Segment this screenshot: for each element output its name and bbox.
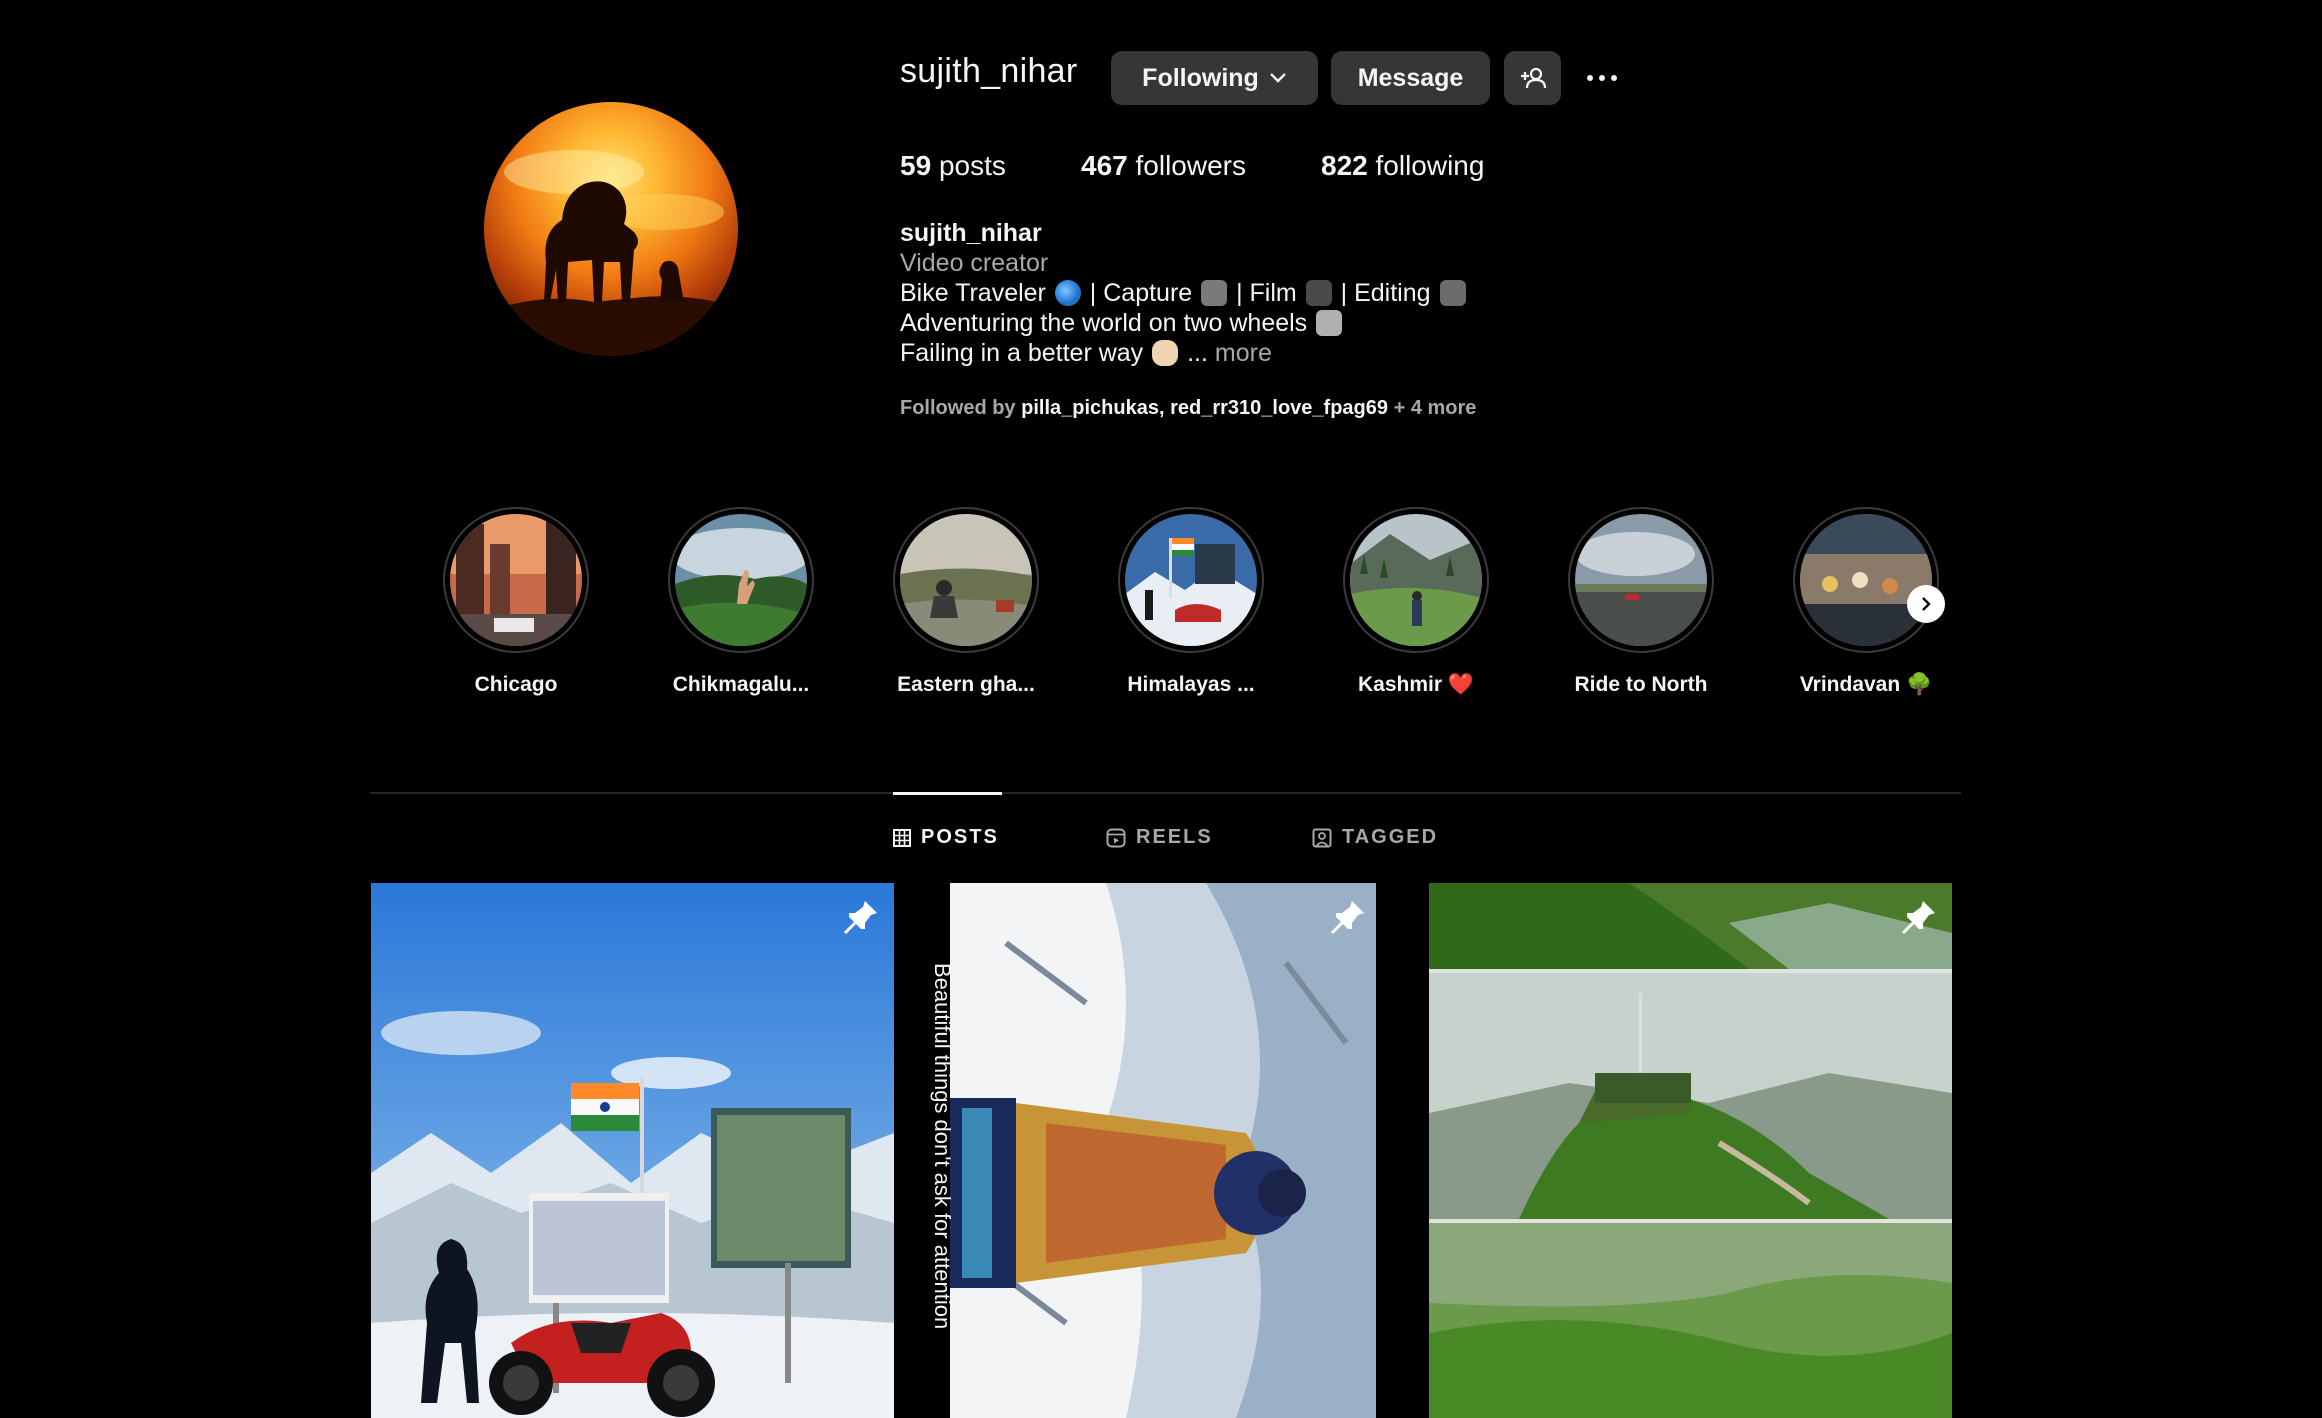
post-thumbnail[interactable] (906, 883, 1376, 1418)
post-thumbnail[interactable] (1429, 883, 1952, 1418)
globe-emoji-icon (1054, 280, 1081, 306)
tab-reels[interactable]: REELS (1106, 826, 1213, 849)
reels-icon (1106, 828, 1126, 847)
video-camera-emoji-icon (1305, 280, 1332, 306)
profile-username: sujith_nihar (900, 52, 1078, 90)
pin-icon (843, 901, 877, 935)
highlight-cover-image (1125, 514, 1257, 646)
grid-icon (893, 828, 911, 847)
highlight-cover-image (675, 514, 807, 646)
profile-bio: sujith_nihar Video creator Bike Traveler… (900, 218, 1468, 368)
highlight-ride-to-north[interactable]: Ride to North (1566, 507, 1716, 697)
post-image-green-fort-hill (1429, 883, 1952, 1418)
add-user-icon (1520, 67, 1546, 89)
highlight-kashmir[interactable]: Kashmir ❤️ (1341, 507, 1491, 697)
chevron-right-icon (1922, 597, 1931, 611)
posts-count: 59 posts (900, 150, 1006, 181)
bio-line-3: Failing in a better way ... more (900, 339, 1272, 367)
followed-by-account-2[interactable]: red_rr310_love_fpag69 (1170, 397, 1388, 419)
highlight-cover-image (450, 514, 582, 646)
victory-hand-emoji-icon (1152, 340, 1179, 366)
active-tab-indicator (893, 792, 1002, 795)
bio-name: sujith_nihar (900, 219, 1042, 247)
highlight-cover-image (900, 514, 1032, 646)
highlights-next-button[interactable] (1907, 585, 1945, 623)
message-button[interactable]: Message (1331, 51, 1490, 105)
tab-tagged[interactable]: TAGGED (1312, 826, 1438, 849)
following-link[interactable]: 822 following (1321, 150, 1484, 182)
profile-avatar[interactable] (484, 102, 738, 356)
tagged-icon (1312, 828, 1332, 847)
highlight-eastern-ghats[interactable]: Eastern gha... (891, 507, 1041, 697)
motorcycle-emoji-icon (1316, 310, 1343, 336)
post-thumbnail[interactable] (371, 883, 894, 1418)
highlight-himalayas[interactable]: Himalayas ... (1116, 507, 1266, 697)
post-image-rider-with-flag (371, 883, 894, 1418)
lion-silhouette-icon (484, 150, 738, 356)
highlight-cover-image (1350, 514, 1482, 646)
bio-line-2: Adventuring the world on two wheels (900, 308, 1468, 338)
post-image-buddha-statue (906, 883, 1376, 1418)
pin-icon (1330, 901, 1364, 935)
suggested-users-button[interactable] (1504, 51, 1561, 105)
following-button-label: Following (1142, 63, 1259, 92)
highlight-cover-image (1575, 514, 1707, 646)
bio-line-1: Bike Traveler | Capture | Film | Editing (900, 278, 1468, 308)
tabs-divider (370, 792, 1961, 794)
highlight-chikmagalur[interactable]: Chikmagalu... (666, 507, 816, 697)
post-overlay-text: Beautiful things don't ask for attention (930, 963, 955, 1330)
highlight-cover-image (1800, 514, 1932, 646)
chevron-down-icon (1269, 73, 1286, 83)
camera-flash-emoji-icon (1201, 280, 1228, 306)
tab-posts[interactable]: POSTS (893, 826, 999, 849)
followed-by-account-1[interactable]: pilla_pichukas (1021, 397, 1159, 419)
clapper-board-emoji-icon (1439, 280, 1466, 306)
bio-more-link[interactable]: more (1215, 339, 1272, 367)
pin-icon (1901, 901, 1935, 935)
bio-category: Video creator (900, 249, 1049, 277)
followed-by[interactable]: Followed by pilla_pichukas, red_rr310_lo… (900, 397, 1476, 420)
followers-link[interactable]: 467 followers (1081, 150, 1246, 182)
highlight-chicago[interactable]: Chicago (441, 507, 591, 697)
following-button[interactable]: Following (1111, 51, 1318, 105)
more-options-icon[interactable] (1580, 60, 1624, 96)
